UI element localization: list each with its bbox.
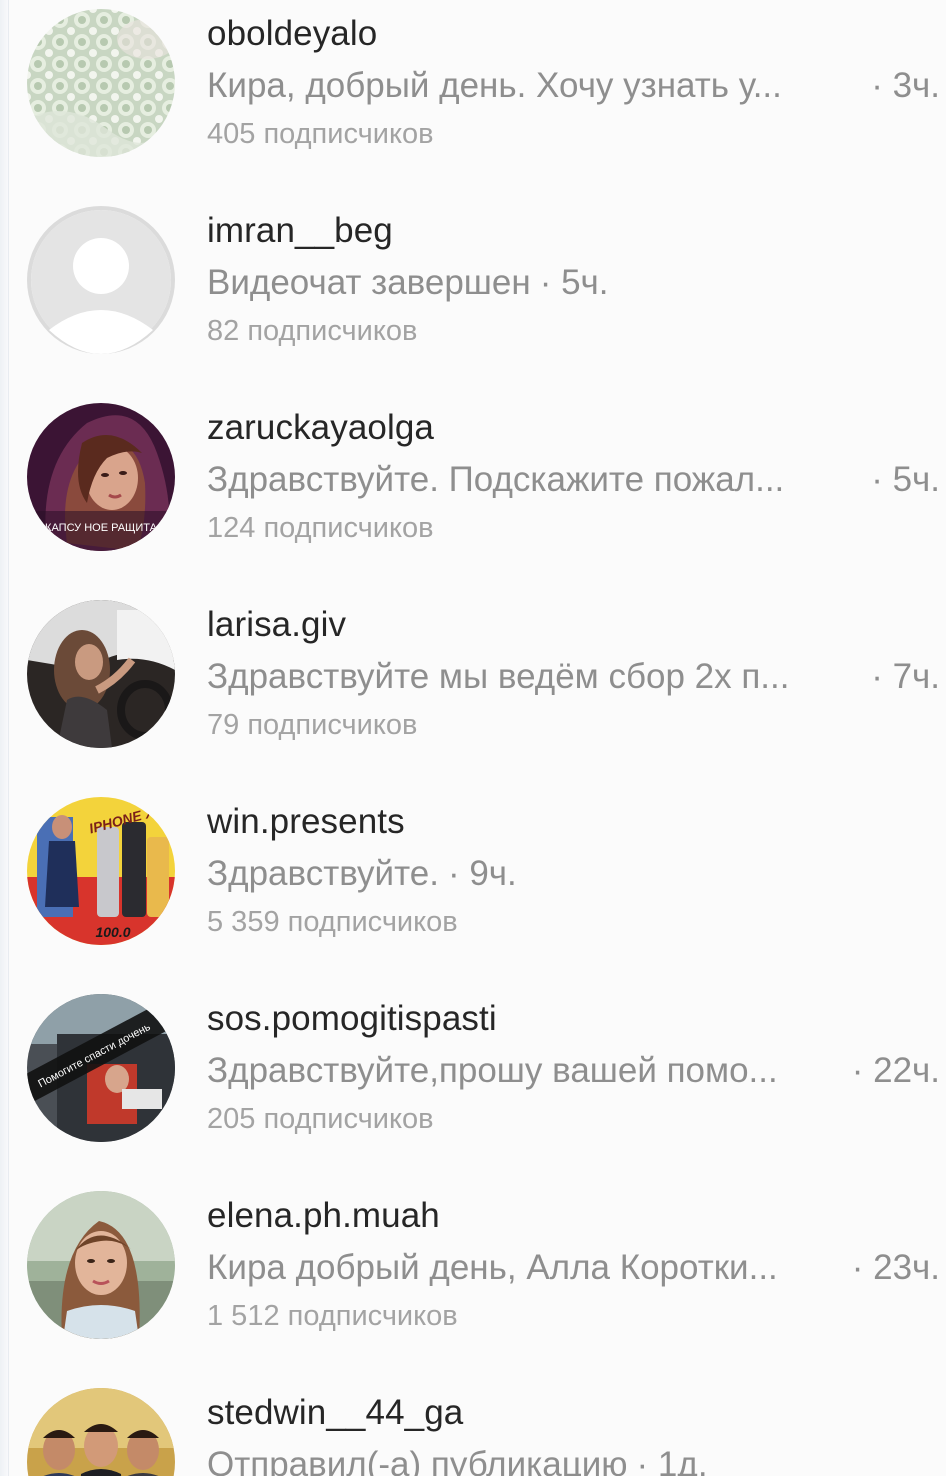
thread-row[interactable]: oboldeyalo Кира, добрый день. Хочу узнат… (0, 0, 946, 197)
message-preview: Кира добрый день, Алла Коротки... · 23ч. (207, 1248, 940, 1292)
thread-row[interactable]: Помогите спасти дочень sos.pomogitispast… (0, 985, 946, 1182)
thread-username[interactable]: zaruckayaolga (207, 408, 434, 448)
woman-outdoor-avatar (27, 1191, 175, 1339)
follower-count: 1 512 подписчиков (207, 1300, 458, 1332)
thread-row[interactable]: elena.ph.muah Кира добрый день, Алла Кор… (0, 1182, 946, 1379)
preview-text: Кира, добрый день. Хочу узнать у... (207, 66, 782, 105)
avatar-overlay-text: 100.0 (95, 924, 130, 940)
message-preview: Видеочат завершен · 5ч. (207, 263, 940, 307)
avatar[interactable]: Помогите спасти дочень (27, 994, 175, 1142)
avatar-overlay-text: КАПСУ НОЕ РАЩИТА (45, 522, 158, 534)
thread-username[interactable]: sos.pomogitispasti (207, 999, 497, 1039)
follower-count: 79 подписчиков (207, 709, 418, 741)
charity-photo-avatar: Помогите спасти дочень (27, 994, 175, 1142)
avatar[interactable] (27, 1191, 175, 1339)
preview-time: · 5ч. (871, 460, 940, 499)
preview-time: · 9ч. (447, 854, 517, 893)
thread-username[interactable]: larisa.giv (207, 605, 346, 645)
preview-time: · 22ч. (851, 1051, 940, 1090)
woman-portrait-avatar: КАПСУ НОЕ РАЩИТА (27, 403, 175, 551)
preview-time: · 5ч. (539, 263, 609, 302)
giveaway-avatar: IPHONE X 100.0 (27, 797, 175, 945)
avatar[interactable]: КАПСУ НОЕ РАЩИТА (27, 403, 175, 551)
preview-text: Здравствуйте,прошу вашей помо... (207, 1051, 778, 1090)
thread-username[interactable]: elena.ph.muah (207, 1196, 440, 1236)
lace-pattern-avatar (27, 9, 175, 157)
car-driver-avatar (27, 600, 175, 748)
preview-time: · 1д. (636, 1445, 708, 1476)
default-person-avatar (27, 206, 175, 354)
avatar[interactable] (27, 600, 175, 748)
group-photo-avatar (27, 1388, 175, 1476)
thread-row[interactable]: imran__beg Видеочат завершен · 5ч. 82 по… (0, 197, 946, 394)
thread-username[interactable]: win.presents (207, 802, 405, 842)
message-preview: Отправил(-а) публикацию · 1д. (207, 1445, 940, 1476)
message-preview: Здравствуйте. Подскажите пожал... · 5ч. (207, 460, 940, 504)
message-preview: Здравствуйте мы ведём сбор 2х п... · 7ч. (207, 657, 940, 701)
thread-row[interactable]: stedwin__44_ga Отправил(-а) публикацию ·… (0, 1379, 946, 1476)
preview-text: Отправил(-а) публикацию (207, 1445, 628, 1476)
thread-username[interactable]: stedwin__44_ga (207, 1393, 463, 1433)
thread-username[interactable]: imran__beg (207, 211, 393, 251)
preview-time: · 7ч. (871, 657, 940, 696)
avatar[interactable] (27, 1388, 175, 1476)
preview-text: Здравствуйте. Подскажите пожал... (207, 460, 785, 499)
thread-row[interactable]: larisa.giv Здравствуйте мы ведём сбор 2х… (0, 591, 946, 788)
preview-time: · 3ч. (871, 66, 940, 105)
preview-time: · 23ч. (851, 1248, 940, 1287)
avatar[interactable] (27, 9, 175, 157)
thread-row[interactable]: КАПСУ НОЕ РАЩИТА zaruckayaolga Здравству… (0, 394, 946, 591)
follower-count: 124 подписчиков (207, 512, 434, 544)
thread-row[interactable]: IPHONE X 100.0 win.presents Здравствуйте… (0, 788, 946, 985)
follower-count: 205 подписчиков (207, 1103, 434, 1135)
thread-username[interactable]: oboldeyalo (207, 14, 377, 54)
follower-count: 5 359 подписчиков (207, 906, 458, 938)
thread-list[interactable]: oboldeyalo Кира, добрый день. Хочу узнат… (0, 0, 946, 1476)
message-preview: Здравствуйте. · 9ч. (207, 854, 940, 898)
direct-inbox-page: oboldeyalo Кира, добрый день. Хочу узнат… (0, 0, 946, 1476)
preview-text: Кира добрый день, Алла Коротки... (207, 1248, 778, 1287)
follower-count: 82 подписчиков (207, 315, 418, 347)
preview-text: Видеочат завершен (207, 263, 531, 302)
message-preview: Кира, добрый день. Хочу узнать у... · 3ч… (207, 66, 940, 110)
avatar[interactable] (27, 206, 175, 354)
preview-text: Здравствуйте мы ведём сбор 2х п... (207, 657, 790, 696)
message-preview: Здравствуйте,прошу вашей помо... · 22ч. (207, 1051, 940, 1095)
avatar[interactable]: IPHONE X 100.0 (27, 797, 175, 945)
follower-count: 405 подписчиков (207, 118, 434, 150)
preview-text: Здравствуйте. (207, 854, 439, 893)
